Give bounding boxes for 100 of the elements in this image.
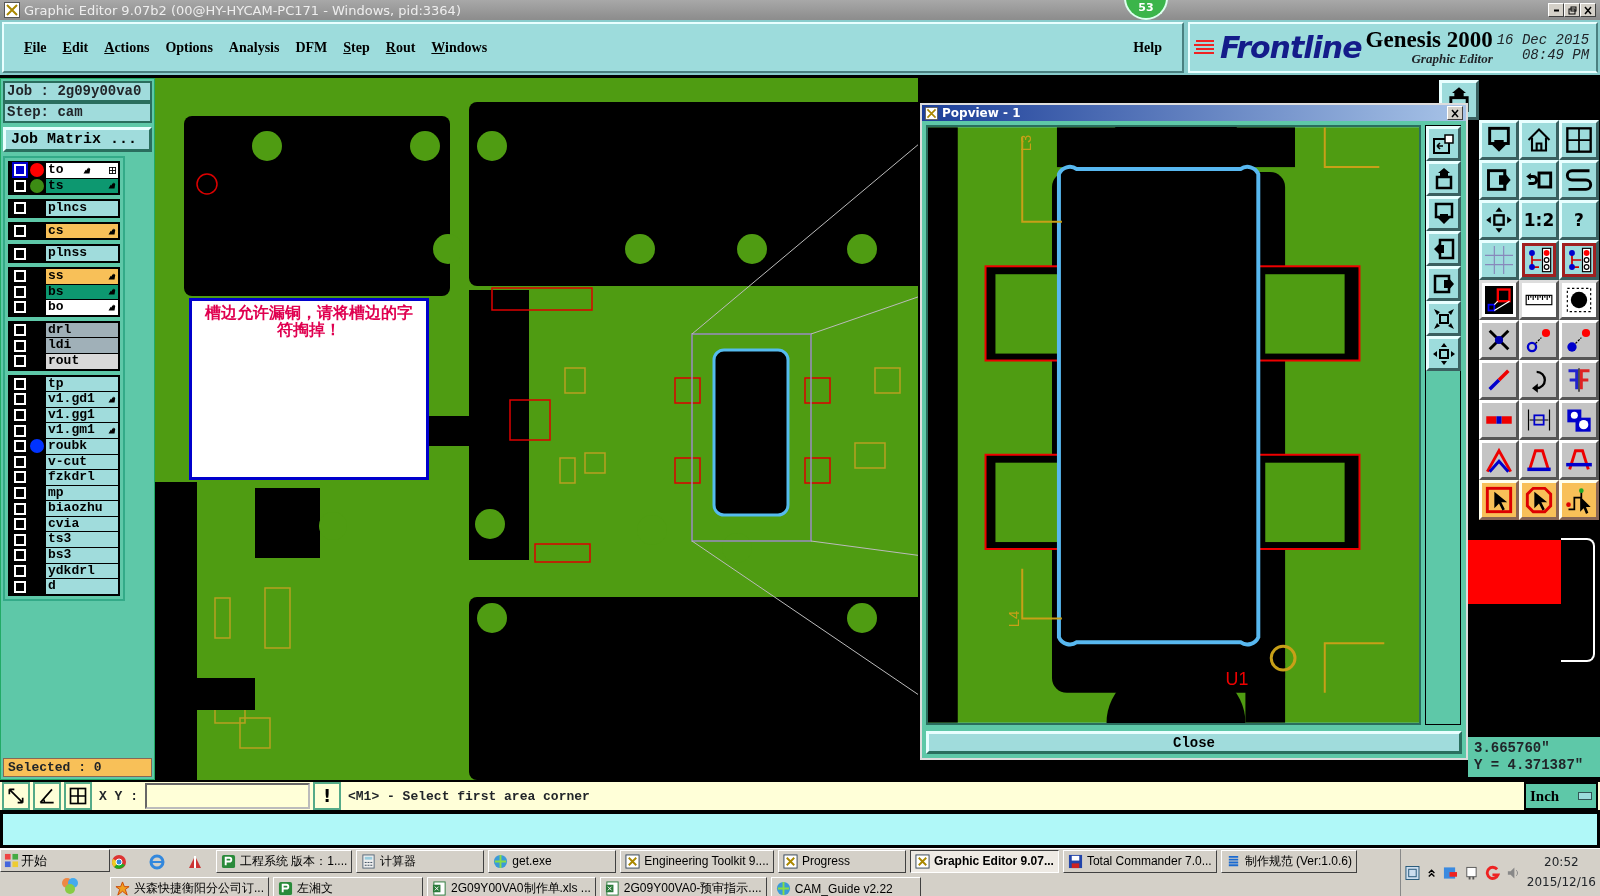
- layer-checkbox[interactable]: [14, 225, 26, 238]
- taskbar-button[interactable]: 计算器: [356, 849, 485, 873]
- layer-checkbox[interactable]: [14, 502, 26, 515]
- layer-checkbox[interactable]: [14, 270, 26, 283]
- close-button[interactable]: [1580, 3, 1596, 17]
- layer-item[interactable]: drl: [46, 322, 118, 338]
- minimize-button[interactable]: [1548, 3, 1564, 17]
- taskbar-button[interactable]: 制作规范 (Ver:1.0.6): [1220, 849, 1358, 873]
- menu-item[interactable]: Windows: [423, 39, 496, 56]
- taskbar-button[interactable]: Progress: [777, 849, 906, 873]
- menu-item[interactable]: Edit: [54, 39, 97, 56]
- coordinate-label: X Y :: [98, 788, 139, 804]
- layer-item[interactable]: ts: [46, 178, 118, 194]
- menu-item[interactable]: Help: [1125, 39, 1170, 56]
- restore-button[interactable]: [1564, 3, 1580, 17]
- layer-item[interactable]: ydkdrl: [46, 563, 118, 579]
- date-text: 16 Dec 2015: [1496, 32, 1590, 48]
- layer-item[interactable]: cvia: [46, 516, 118, 532]
- layer-checkbox[interactable]: [14, 471, 26, 484]
- grid-icon: [109, 166, 116, 174]
- units-dropdown[interactable]: Inch: [1524, 782, 1598, 810]
- layer-item[interactable]: mp: [46, 485, 118, 501]
- taskbar-button[interactable]: get.exe: [488, 849, 617, 873]
- layer-checkbox[interactable]: [14, 339, 26, 352]
- taskbar-button[interactable]: 左湘文: [273, 877, 423, 896]
- start-button[interactable]: 开始: [0, 849, 110, 872]
- layer-item[interactable]: v1.gg1: [46, 407, 118, 423]
- taskbar-button[interactable]: CAM_Guide v2.22: [770, 877, 921, 896]
- layer-item[interactable]: rout: [46, 353, 118, 369]
- layer-item[interactable]: ss: [46, 268, 118, 284]
- layer-item[interactable]: bo: [46, 300, 118, 315]
- coordinate-input[interactable]: [145, 783, 310, 809]
- layer-checkbox[interactable]: [14, 324, 26, 337]
- layer-item[interactable]: bs3: [46, 548, 118, 563]
- fit-icon: [1431, 306, 1456, 331]
- layer-checkbox[interactable]: [14, 533, 26, 546]
- app-icon: [278, 881, 293, 896]
- layer-checkbox[interactable]: [14, 247, 26, 260]
- taskbar-button[interactable]: 2G09Y00VA0制作单.xls ...: [427, 877, 596, 896]
- menu-item[interactable]: Step: [335, 39, 378, 56]
- layer-item[interactable]: to: [46, 163, 118, 178]
- tool-button[interactable]: [2, 782, 30, 810]
- taskbar-button[interactable]: 工程系统 版本：1....: [216, 849, 353, 873]
- menu-item[interactable]: Analysis: [220, 39, 288, 56]
- menu-item[interactable]: Actions: [96, 39, 158, 56]
- layer-checkbox[interactable]: [14, 487, 26, 499]
- layer-item[interactable]: ts3: [46, 532, 118, 548]
- window-title: Graphic Editor 9.07b2 (00@HY-HYCAM-PC171 - Windows, pid:3364): [24, 2, 461, 18]
- layer-checkbox[interactable]: [14, 179, 26, 192]
- layer-item[interactable]: plnss: [46, 246, 118, 261]
- alert-button[interactable]: !: [313, 782, 341, 810]
- layer-item[interactable]: roubk: [46, 438, 118, 454]
- layer-checkbox[interactable]: [14, 285, 26, 298]
- window-icon: [625, 853, 641, 869]
- layer-item[interactable]: fzkdrl: [46, 470, 118, 485]
- tool-button[interactable]: ?: [1559, 200, 1599, 240]
- layer-item[interactable]: v1.gm1: [46, 423, 118, 438]
- layer-item[interactable]: tp: [46, 376, 118, 392]
- layer-item[interactable]: d: [46, 579, 118, 594]
- taskbar-button[interactable]: Engineering Toolkit 9....: [620, 849, 774, 873]
- layer-item[interactable]: bs: [46, 284, 118, 300]
- layer-checkbox[interactable]: [14, 301, 26, 314]
- layer-checkbox[interactable]: [14, 440, 26, 453]
- job-matrix-button[interactable]: Job Matrix ...: [3, 127, 152, 152]
- spreadsheet-icon: [432, 881, 447, 896]
- menu-item[interactable]: Options: [157, 39, 221, 56]
- layer-checkbox[interactable]: [14, 580, 26, 593]
- menu-item[interactable]: Rout: [377, 39, 424, 56]
- menu-item[interactable]: DFM: [287, 39, 336, 56]
- tool-button[interactable]: 1:2: [1519, 200, 1559, 240]
- layer-item[interactable]: v-cut: [46, 454, 118, 470]
- layer-item[interactable]: ldi: [46, 338, 118, 353]
- hand-icon: [107, 226, 116, 236]
- tool-button[interactable]: [64, 782, 92, 810]
- layer-checkbox[interactable]: [14, 409, 26, 421]
- close-button[interactable]: [1447, 106, 1463, 121]
- calculator-icon: [361, 853, 377, 869]
- tool-button[interactable]: [33, 782, 61, 810]
- taskbar-button[interactable]: Graphic Editor 9.07...: [909, 849, 1059, 873]
- close-button[interactable]: Close: [926, 731, 1462, 754]
- layer-checkbox[interactable]: [14, 355, 26, 368]
- layer-checkbox[interactable]: [14, 455, 26, 468]
- layer-checkbox[interactable]: [14, 549, 26, 562]
- layer-item[interactable]: biaozhu: [46, 501, 118, 516]
- layer-checkbox[interactable]: [14, 424, 26, 437]
- layer-checkbox[interactable]: [14, 393, 26, 406]
- menu-item[interactable]: File: [16, 39, 55, 56]
- layer-item[interactable]: v1.gd1: [46, 392, 118, 407]
- layer-item[interactable]: cs: [46, 223, 118, 239]
- taskbar-button[interactable]: 兴森快捷衡阳分公司订...: [110, 877, 269, 896]
- select-icon: [1485, 486, 1513, 514]
- taskbar-button[interactable]: Total Commander 7.0...: [1062, 849, 1217, 873]
- layer-checkbox[interactable]: [14, 377, 26, 390]
- layer-item[interactable]: plncs: [46, 201, 118, 216]
- taskbar-button[interactable]: 2G09Y00VA0-预审指示....: [599, 877, 767, 896]
- plug-icon: [1464, 864, 1479, 881]
- layer-checkbox[interactable]: [14, 518, 26, 531]
- layer-checkbox[interactable]: [14, 164, 26, 177]
- layer-checkbox[interactable]: [14, 202, 26, 215]
- layer-checkbox[interactable]: [14, 564, 26, 577]
